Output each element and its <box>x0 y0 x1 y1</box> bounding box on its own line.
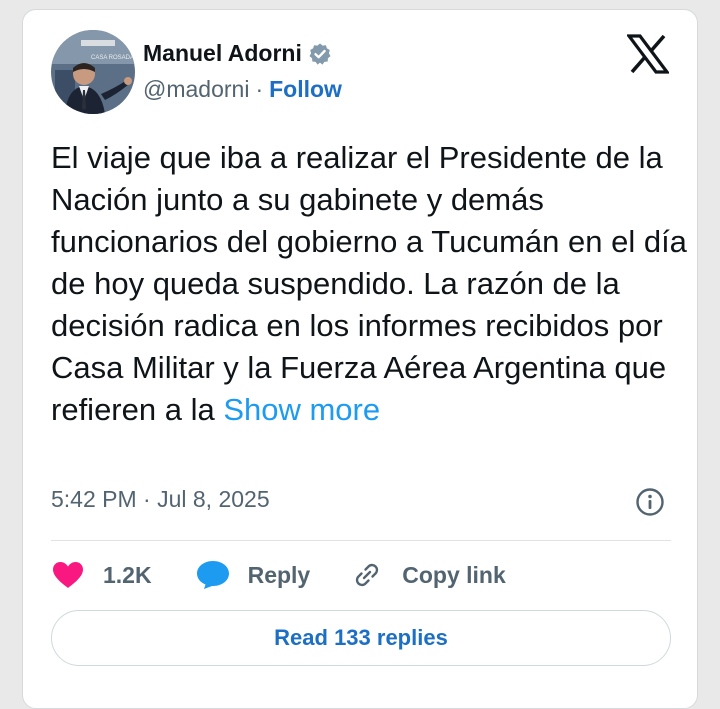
tweet-body: El viaje que iba a realizar el President… <box>51 140 687 427</box>
heart-icon <box>51 560 85 590</box>
reply-bubble-icon <box>196 560 230 590</box>
info-icon[interactable] <box>635 487 665 517</box>
follow-button[interactable]: Follow <box>269 76 342 103</box>
copy-link-button[interactable]: Copy link <box>350 560 506 590</box>
show-more-link[interactable]: Show more <box>223 392 380 427</box>
link-icon <box>350 560 384 590</box>
handle-separator: · <box>255 76 264 102</box>
reply-label: Reply <box>247 561 311 588</box>
tweet-text: El viaje que iba a realizar el President… <box>51 137 691 431</box>
reply-button[interactable]: Reply <box>196 560 311 590</box>
author-handle[interactable]: @madorni <box>143 76 249 103</box>
read-replies-button[interactable]: Read 133 replies <box>51 610 671 666</box>
avatar[interactable]: CASA ROSADA <box>51 30 135 114</box>
like-count: 1.2K <box>103 561 152 588</box>
action-bar: 1.2K Reply Copy link <box>51 558 506 592</box>
tweet-card: CASA ROSADA Manuel Adorni @madorni · Fol… <box>22 9 698 709</box>
copy-link-label: Copy link <box>402 561 506 588</box>
verified-badge-icon <box>308 42 332 66</box>
author-name[interactable]: Manuel Adorni <box>143 40 302 67</box>
author-name-row: Manuel Adorni <box>143 40 332 67</box>
author-handle-row: @madorni · Follow <box>143 76 342 103</box>
tweet-timestamp[interactable]: 5:42 PM · Jul 8, 2025 <box>51 486 270 513</box>
avatar-photo: CASA ROSADA <box>51 30 135 114</box>
avatar-caption: CASA ROSADA <box>91 55 134 61</box>
divider <box>51 540 671 541</box>
read-replies-label: Read 133 replies <box>274 625 448 650</box>
like-button[interactable]: 1.2K <box>51 560 152 590</box>
x-logo-icon[interactable] <box>625 34 671 74</box>
